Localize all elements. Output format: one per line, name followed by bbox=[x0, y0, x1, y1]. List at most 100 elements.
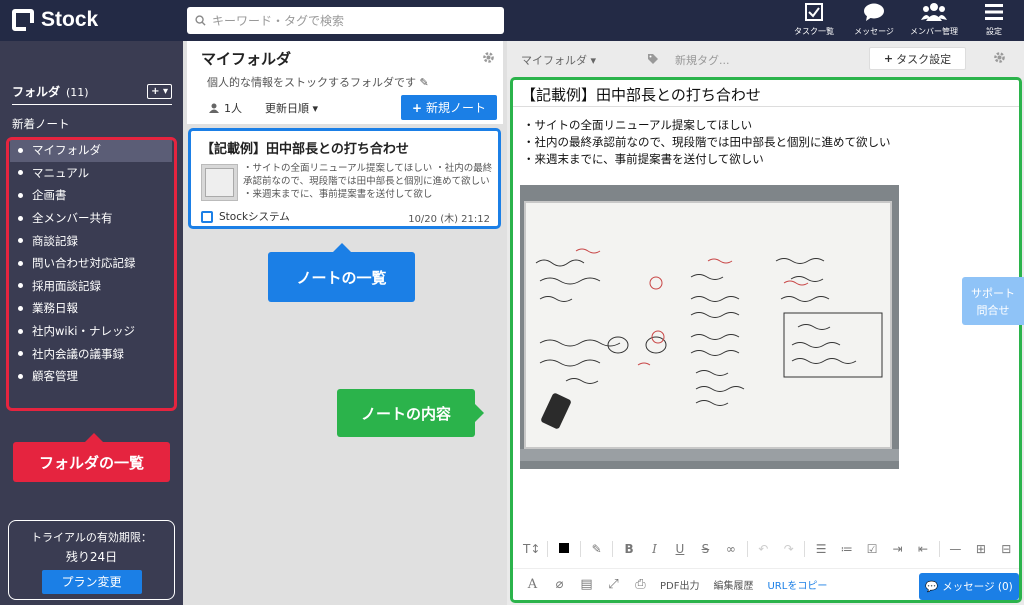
toolbar-divider bbox=[547, 541, 549, 557]
new-notes-link[interactable]: 新着ノート bbox=[12, 116, 70, 132]
italic-icon[interactable]: I bbox=[642, 542, 667, 556]
folder-list-highlight bbox=[6, 137, 177, 411]
stock-system-icon bbox=[201, 210, 213, 223]
trial-box: トライアルの有効期限： 残り24日 プラン変更 bbox=[8, 520, 175, 600]
folder-title: マイフォルダ bbox=[201, 50, 292, 68]
search-placeholder: キーワード・タグで検索 bbox=[212, 14, 345, 28]
note-thumbnail bbox=[201, 164, 238, 201]
pdf-export-button[interactable]: PDF出力 bbox=[660, 577, 699, 592]
pencil-icon[interactable]: ✎ bbox=[420, 76, 429, 89]
whiteboard-scribbles bbox=[535, 248, 883, 406]
folder-label: フォルダ bbox=[12, 85, 61, 99]
task-settings-button[interactable]: + タスク設定 bbox=[869, 47, 966, 70]
member-count[interactable]: 1人 bbox=[209, 100, 242, 116]
redo-icon[interactable]: ↷ bbox=[776, 542, 801, 556]
strikethrough-icon[interactable]: S bbox=[693, 542, 718, 556]
copy-url-button[interactable]: URLをコピー bbox=[767, 577, 827, 592]
outdent-icon[interactable]: ⇤ bbox=[910, 542, 935, 556]
caret-down-icon: ▾ bbox=[312, 102, 319, 115]
note-date: 10/20 (木) 21:12 bbox=[408, 214, 490, 225]
text-color-icon[interactable] bbox=[551, 542, 576, 556]
book-icon[interactable]: ▤ bbox=[573, 577, 600, 592]
expand-icon[interactable]: ⤢ bbox=[600, 577, 627, 592]
toolbar-divider bbox=[938, 541, 940, 557]
add-folder-button[interactable]: + ▾ bbox=[147, 84, 172, 99]
note-editor[interactable]: 【記載例】田中部長との打ち合わせ ・サイトの全面リニューアル提案してほしい ・社… bbox=[510, 77, 1022, 603]
task-check-icon bbox=[805, 3, 823, 21]
app-name: Stock bbox=[41, 8, 99, 31]
stock-logo-icon bbox=[12, 9, 34, 31]
support-tab[interactable]: サポート 問合せ bbox=[962, 277, 1024, 325]
link-icon[interactable]: ∞ bbox=[718, 542, 743, 556]
nav-task-list[interactable]: タスク一覧 bbox=[784, 0, 844, 41]
edit-history-button[interactable]: 編集履歴 bbox=[713, 577, 753, 592]
whiteboard-photo[interactable] bbox=[520, 185, 899, 469]
toolbar-divider bbox=[804, 541, 806, 557]
notes-column: マイフォルダ 個人的な情報をストックするフォルダです ✎ 1人 更新日順 ▾ +… bbox=[183, 41, 507, 605]
folder-sidebar: フォルダ (11) + ▾ 新着ノート マイフォルダ マニュアル 企画書 全メンバ… bbox=[0, 41, 183, 605]
gear-icon[interactable] bbox=[482, 51, 495, 64]
folder-header: フォルダ (11) + ▾ bbox=[12, 83, 172, 105]
numbered-list-icon[interactable]: ≔ bbox=[834, 542, 859, 556]
nav-settings[interactable]: 設定 bbox=[964, 0, 1024, 41]
note-line: ・社内の最終承認前なので、現段階では田中部長と個別に進めて欲しい bbox=[523, 135, 891, 149]
content-toolbar: マイフォルダ ▾ 新規タグ... + タスク設定 bbox=[507, 41, 1024, 77]
undo-icon[interactable]: ↶ bbox=[751, 542, 776, 556]
note-title[interactable]: 【記載例】田中部長との打ち合わせ bbox=[521, 84, 761, 105]
sort-label: 更新日順 bbox=[265, 102, 309, 115]
top-bar: Stock キーワード・タグで検索 タスク一覧 メッセージ メンバー管理 設定 bbox=[0, 0, 1024, 41]
note-list-callout: ノートの一覧 bbox=[268, 243, 415, 302]
text-size-icon[interactable]: T↕ bbox=[519, 542, 544, 556]
note-card[interactable]: 【記載例】田中部長との打ち合わせ ・サイトの全面リニューアル提案してほしい ・社… bbox=[188, 128, 501, 229]
highlighter-icon[interactable]: ✎ bbox=[584, 542, 609, 556]
member-count-label: 1人 bbox=[224, 102, 242, 115]
toolbar-divider bbox=[746, 541, 748, 557]
search-icon bbox=[195, 15, 206, 26]
trial-label: トライアルの有効期限： bbox=[31, 531, 152, 544]
new-note-label: 新規ノート bbox=[426, 101, 487, 115]
indent-icon[interactable]: ⇥ bbox=[885, 542, 910, 556]
bullet-list-icon[interactable]: ☰ bbox=[808, 542, 833, 556]
trial-remaining: 残り24日 bbox=[65, 550, 118, 564]
attachment-icon[interactable]: ⌀ bbox=[546, 577, 573, 592]
whiteboard-tray bbox=[520, 449, 899, 461]
plus-icon: + bbox=[883, 52, 894, 65]
folder-list-callout: フォルダの一覧 bbox=[13, 433, 170, 482]
note-card-title: 【記載例】田中部長との打ち合わせ bbox=[201, 142, 409, 157]
bold-icon[interactable]: B bbox=[616, 542, 641, 556]
message-button[interactable]: 💬 メッセージ (0) bbox=[919, 573, 1019, 600]
horizontal-rule-icon[interactable]: — bbox=[943, 542, 968, 556]
print-icon[interactable]: ⎙ bbox=[627, 577, 654, 592]
checklist-icon[interactable]: ☑ bbox=[859, 542, 884, 556]
new-tag-input[interactable]: 新規タグ... bbox=[675, 52, 730, 68]
nav-members[interactable]: メンバー管理 bbox=[904, 0, 964, 41]
support-sublabel: 問合せ bbox=[976, 304, 1010, 317]
note-content-callout: ノートの内容 bbox=[337, 389, 484, 437]
plus-icon: + bbox=[411, 100, 423, 115]
message-button-label: メッセージ (0) bbox=[942, 581, 1013, 593]
note-body[interactable]: ・サイトの全面リニューアル提案してほしい ・社内の最終承認前なので、現段階では田… bbox=[523, 117, 891, 168]
change-plan-button[interactable]: プラン変更 bbox=[41, 570, 142, 594]
folder-breadcrumb[interactable]: マイフォルダ ▾ bbox=[521, 52, 596, 68]
sort-dropdown[interactable]: 更新日順 ▾ bbox=[265, 100, 318, 116]
folder-description: 個人的な情報をストックするフォルダです ✎ bbox=[207, 74, 429, 90]
font-style-icon[interactable]: A bbox=[519, 577, 546, 592]
whiteboard-surface bbox=[524, 201, 892, 449]
note-owner: Stockシステム bbox=[201, 209, 290, 224]
app-logo[interactable]: Stock bbox=[12, 8, 98, 32]
search-input[interactable]: キーワード・タグで検索 bbox=[187, 7, 504, 34]
folder-header-title: フォルダ (11) bbox=[12, 83, 89, 100]
collapse-icon[interactable]: ⊟ bbox=[994, 542, 1019, 556]
note-card-snippet: ・サイトの全面リニューアル提案してほしい ・社内の最終承認前なので、現段階では田… bbox=[243, 163, 493, 200]
nav-task-label: タスク一覧 bbox=[794, 27, 834, 36]
underline-icon[interactable]: U bbox=[667, 542, 692, 556]
chat-bubble-icon: 💬 bbox=[925, 581, 939, 593]
nav-settings-label: 設定 bbox=[986, 27, 1002, 36]
nav-messages-label: メッセージ bbox=[854, 27, 894, 36]
new-note-button[interactable]: + 新規ノート bbox=[401, 95, 497, 120]
nav-messages[interactable]: メッセージ bbox=[844, 0, 904, 41]
table-icon[interactable]: ⊞ bbox=[968, 542, 993, 556]
support-label: サポート bbox=[971, 287, 1015, 300]
note-owner-name: Stockシステム bbox=[219, 211, 290, 223]
gear-icon[interactable] bbox=[993, 51, 1006, 64]
